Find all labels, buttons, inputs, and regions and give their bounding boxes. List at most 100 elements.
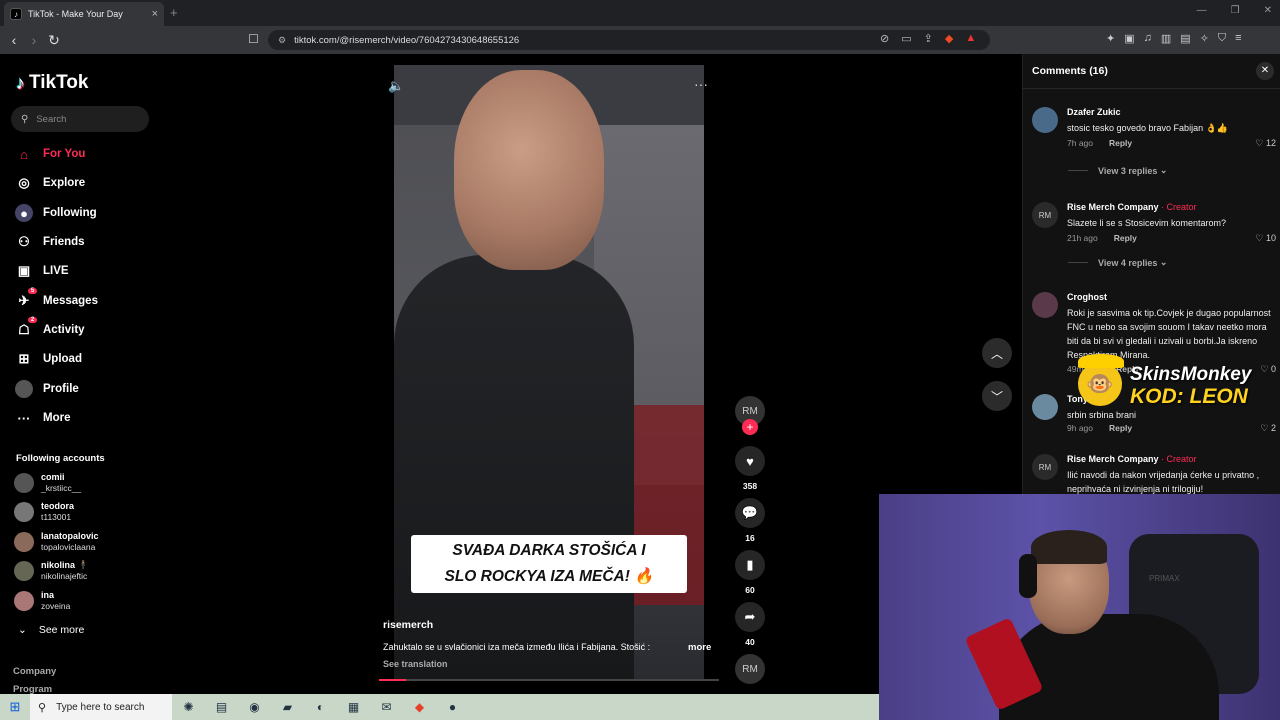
volume-icon[interactable]: 🔈 xyxy=(388,78,404,94)
close-comments-icon[interactable]: ✕ xyxy=(1256,62,1274,80)
brave-icon[interactable]: ◆ xyxy=(403,694,436,720)
restore-button[interactable]: ❐ xyxy=(1231,5,1240,16)
avatar[interactable]: RM xyxy=(1032,202,1058,228)
minimize-button[interactable]: — xyxy=(1197,5,1207,16)
brave-rewards-icon[interactable]: ▲ xyxy=(965,32,976,45)
avatar[interactable] xyxy=(1032,394,1058,420)
like-button[interactable]: ♥ 358 xyxy=(735,446,765,491)
cast-icon[interactable]: ▭ xyxy=(901,32,911,45)
view-replies-button[interactable]: View 3 replies ⌄ xyxy=(1068,165,1167,176)
taskbar-search[interactable]: ⚲ Type here to search xyxy=(30,694,172,720)
nav-activity[interactable]: ☖ 2 Activity xyxy=(15,317,85,340)
obs-icon[interactable]: ● xyxy=(436,694,469,720)
chair-brand: PRIMAX xyxy=(1149,574,1180,583)
outlook-icon[interactable]: ✉ xyxy=(370,694,403,720)
site-info-icon[interactable]: ⚙ xyxy=(278,35,286,46)
avatar[interactable]: RM xyxy=(1032,454,1058,480)
share-button[interactable]: ➦ 40 xyxy=(735,602,765,647)
search-input[interactable]: ⚲ Search xyxy=(11,106,149,132)
browser-tab[interactable]: ♪ TikTok - Make Your Day × xyxy=(4,2,164,26)
nav-live[interactable]: ▣ LIVE xyxy=(15,261,69,281)
menu-icon[interactable]: ≡ xyxy=(1235,32,1241,45)
comment-like-button[interactable]: ♡ 10 xyxy=(1255,233,1276,244)
reply-button[interactable]: Reply xyxy=(1114,233,1137,243)
search-icon: ⚲ xyxy=(21,113,29,125)
reply-button[interactable]: Reply xyxy=(1109,423,1132,433)
share-icon[interactable]: ⇪ xyxy=(924,32,933,45)
previous-video-button[interactable]: ︿ xyxy=(982,338,1012,368)
monkey-logo-icon: 🐵 xyxy=(1078,362,1122,406)
tab-close-icon[interactable]: × xyxy=(152,8,158,20)
video-username[interactable]: risemerch xyxy=(383,619,433,631)
back-icon[interactable]: ‹ xyxy=(4,32,24,48)
nav-messages[interactable]: ✈ 5 Messages xyxy=(15,288,98,311)
description-more-button[interactable]: more xyxy=(688,642,711,653)
nav-for-you[interactable]: ⌂ For You xyxy=(15,144,85,164)
bookmark-icon[interactable]: ☐ xyxy=(248,32,259,46)
video-player[interactable]: SVAĐA DARKA STOŠIĆA I SLO ROCKYA IZA MEČ… xyxy=(394,65,704,680)
webcam-feed: PRIMAX xyxy=(879,494,1280,720)
follow-plus-button[interactable]: + xyxy=(742,419,758,435)
comment-item: Dzafer Zukic stosic tesko govedo bravo F… xyxy=(1032,107,1276,157)
wallet-icon[interactable]: ▤ xyxy=(1180,32,1190,45)
file-explorer-icon[interactable]: ▰ xyxy=(271,694,304,720)
screenshot-icon[interactable]: ▣ xyxy=(1124,32,1134,45)
view-replies-button[interactable]: View 4 replies ⌄ xyxy=(1068,257,1167,268)
reload-icon[interactable]: ↻ xyxy=(44,32,64,49)
tracking-icon[interactable]: ⊘ xyxy=(880,32,889,45)
nav-upload[interactable]: ⊞ Upload xyxy=(15,349,82,369)
comment-author[interactable]: Dzafer Zukic xyxy=(1067,107,1121,117)
divider xyxy=(1022,88,1280,89)
following-account[interactable]: teodora t113001 xyxy=(14,501,74,523)
music-disc-icon[interactable]: RM xyxy=(735,654,765,684)
comment-like-button[interactable]: ♡ 2 xyxy=(1260,423,1276,434)
see-more-button[interactable]: ⌄ See more xyxy=(18,624,84,636)
following-account[interactable]: ina zoveina xyxy=(14,590,70,612)
save-button[interactable]: ▮ 60 xyxy=(735,550,765,595)
forward-icon[interactable]: › xyxy=(24,32,44,48)
friends-icon: ⚇ xyxy=(18,234,30,249)
comment-author[interactable]: Croghost xyxy=(1067,292,1107,302)
following-account[interactable]: nikolina 🕴 nikolinajeftic xyxy=(14,560,89,582)
footer-company-link[interactable]: Company xyxy=(13,666,56,677)
reply-button[interactable]: Reply xyxy=(1109,138,1132,148)
comment-button[interactable]: 💬 16 xyxy=(735,498,765,543)
following-icon: ● xyxy=(15,204,33,222)
next-video-button[interactable]: ﹀ xyxy=(982,381,1012,411)
store-icon[interactable]: ▦ xyxy=(337,694,370,720)
brave-shield-icon[interactable]: ◆ xyxy=(945,32,953,45)
sidebar-toggle-icon[interactable]: ▥ xyxy=(1161,32,1171,45)
edge-icon[interactable]: ◐ xyxy=(304,694,337,720)
extensions-icon[interactable]: ✦ xyxy=(1106,32,1115,45)
ai-icon[interactable]: ✧ xyxy=(1200,32,1209,45)
see-translation-button[interactable]: See translation xyxy=(383,659,448,669)
following-account[interactable]: lanatopalovic topaloviclaana xyxy=(14,531,99,553)
nav-following[interactable]: ● Following xyxy=(15,203,97,223)
comment-author[interactable]: Rise Merch Company · Creator xyxy=(1067,454,1197,464)
streamer-hair xyxy=(1031,530,1107,564)
nav-explore[interactable]: ◎ Explore xyxy=(15,173,85,193)
headset-icon xyxy=(1019,554,1037,598)
tiktok-logo[interactable]: ♪ TikTok xyxy=(16,72,88,94)
video-progress-bar[interactable] xyxy=(379,679,719,681)
copilot-icon[interactable]: ✺ xyxy=(172,694,205,720)
comment-meta: 9h ago Reply xyxy=(1067,423,1133,433)
avatar[interactable] xyxy=(1032,107,1058,133)
new-tab-button[interactable]: + xyxy=(170,5,178,20)
avatar[interactable] xyxy=(1032,292,1058,318)
windows-start-icon[interactable]: ⊞ xyxy=(0,699,30,715)
nav-more[interactable]: ··· More xyxy=(15,408,71,428)
nav-profile[interactable]: Profile xyxy=(15,379,79,399)
comment-like-button[interactable]: ♡ 12 xyxy=(1255,138,1276,149)
photos-icon[interactable]: ◉ xyxy=(238,694,271,720)
nav-friends[interactable]: ⚇ Friends xyxy=(15,232,84,252)
video-more-options-icon[interactable]: ··· xyxy=(694,76,708,92)
close-window-button[interactable]: ✕ xyxy=(1264,5,1272,16)
vpn-icon[interactable]: ⛉ xyxy=(1218,32,1226,45)
music-icon[interactable]: ♫ xyxy=(1144,32,1152,45)
task-view-icon[interactable]: ▤ xyxy=(205,694,238,720)
following-account[interactable]: comii _krstiicc__ xyxy=(14,472,81,494)
messages-icon: ✈ 5 xyxy=(15,288,37,310)
comment-author[interactable]: Rise Merch Company · Creator xyxy=(1067,202,1197,212)
comment-meta: 7h ago Reply xyxy=(1067,138,1133,148)
